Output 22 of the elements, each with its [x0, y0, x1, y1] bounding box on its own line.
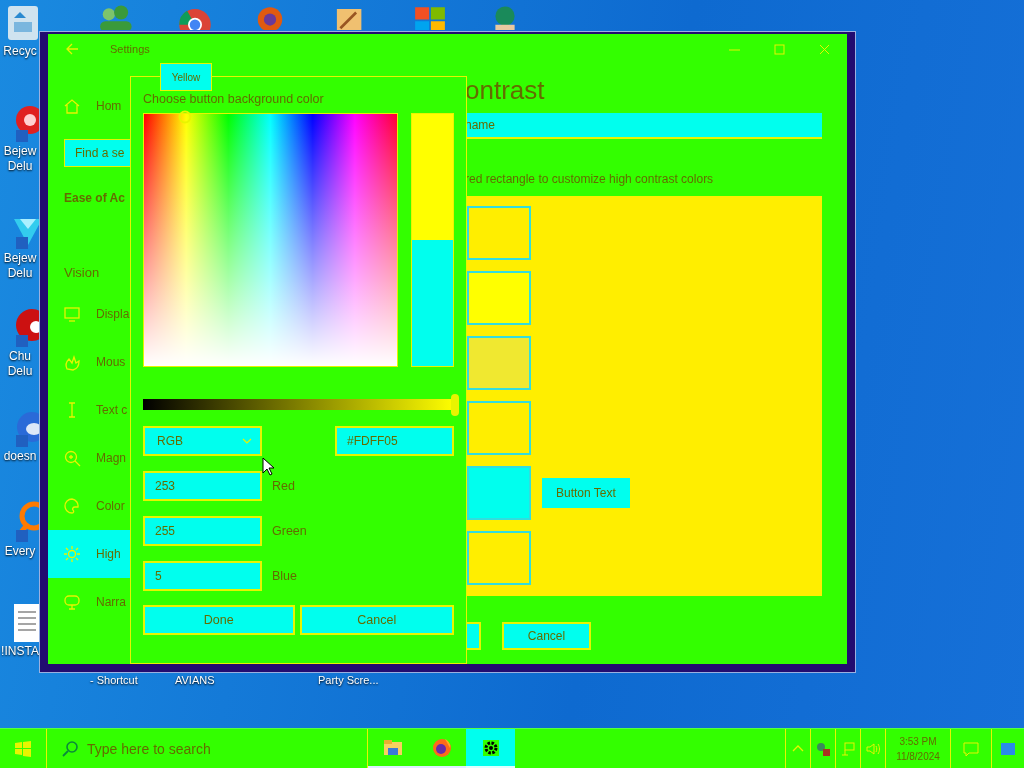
- desktop-icon-label: Recyc: [3, 44, 37, 59]
- desktop-icon-label: Bejew: [3, 251, 37, 266]
- desktop-icon-label: Delu: [7, 266, 33, 281]
- desktop-icon-label: Bejew: [3, 144, 37, 159]
- desktop-icon-label: Chu: [9, 349, 31, 364]
- desktop-icon-label: !INSTA: [1, 644, 39, 659]
- channel-label: Green: [272, 524, 307, 538]
- desktop-icon-label: Delu: [7, 364, 33, 379]
- group-label: Vision: [64, 265, 101, 280]
- desktop-icon-label: Every: [4, 544, 36, 559]
- desktop-icon-label: AVIANS: [175, 674, 215, 686]
- section-title: Ease of Ac: [64, 191, 126, 205]
- button-text-sample: Button Text: [542, 478, 630, 508]
- channel-label: Blue: [272, 569, 298, 583]
- channel-label: Red: [272, 479, 295, 493]
- dialog-title: Choose button background color: [143, 92, 325, 106]
- desktop-icon-label: Delu: [7, 159, 33, 174]
- desktop-icon-label: doesn: [3, 449, 37, 464]
- desktop-icon-label: Party Scre...: [318, 674, 379, 686]
- desktop-icon-label: - Shortcut: [90, 674, 138, 686]
- window-title: Settings: [110, 43, 150, 55]
- page-heading: ontrast: [465, 74, 546, 106]
